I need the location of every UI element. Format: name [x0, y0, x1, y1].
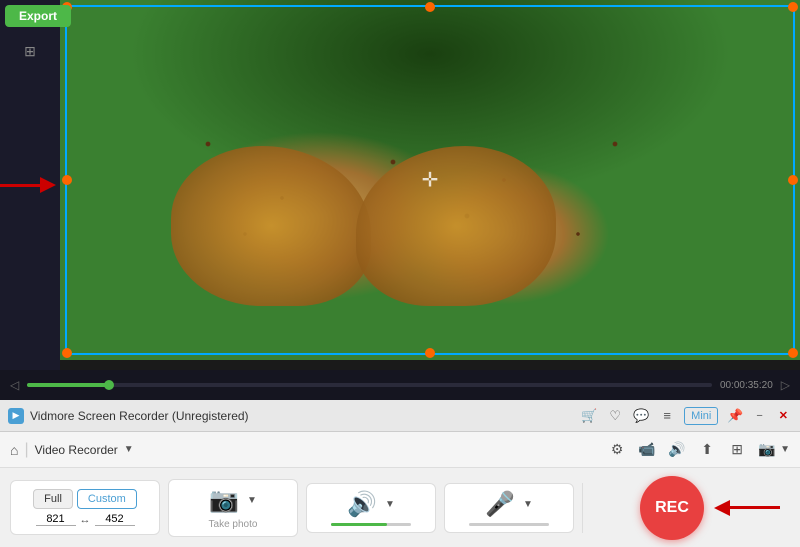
video-recorder-mode[interactable]: Video Recorder: [35, 443, 118, 457]
timeline-thumb[interactable]: [104, 380, 114, 390]
speaker-icon-row: 🔊 ▼: [347, 490, 395, 519]
upload-icon[interactable]: ⬆: [696, 439, 718, 461]
red-arrow-left: [0, 177, 56, 193]
rec-arrow: [714, 500, 780, 516]
volume-icon[interactable]: 🔊: [666, 439, 688, 461]
screenshot-icon[interactable]: 📷: [756, 439, 778, 461]
cart-icon[interactable]: 🛒: [580, 407, 598, 425]
region-box: Full Custom ↔: [10, 480, 160, 535]
toolbar-right: ⚙ 📹 🔊 ⬆ ⊞ 📷 ▼: [606, 439, 790, 461]
title-bar: ▶ Vidmore Screen Recorder (Unregistered)…: [0, 400, 800, 432]
speaker-box: 🔊 ▼: [306, 483, 436, 533]
mic-box: 🎤 ▼: [444, 483, 574, 533]
video-area: Export ≡ ⊞ ✛: [0, 0, 800, 370]
cam-icon: 📷: [209, 486, 239, 515]
cheetah-scene: [60, 0, 800, 360]
speaker-dropdown-icon[interactable]: ▼: [385, 499, 395, 510]
height-input[interactable]: [95, 513, 135, 526]
mic-slider[interactable]: [469, 523, 549, 526]
webcam-icon[interactable]: 📹: [636, 439, 658, 461]
recorder-panel: ▶ Vidmore Screen Recorder (Unregistered)…: [0, 400, 800, 547]
full-button[interactable]: Full: [33, 489, 73, 509]
control-separator: [582, 483, 583, 533]
region-dimensions: ↔: [36, 513, 135, 526]
arrow-line: [0, 184, 40, 187]
timeline-icon2: ▷: [781, 378, 790, 392]
title-controls: 🛒 ♡ 💬 ≡ Mini 📌 − ✕: [580, 407, 792, 425]
timeline-icon: ◁: [10, 378, 19, 392]
region-button-row: Full Custom: [33, 489, 137, 509]
speaker-icon: 🔊: [347, 490, 377, 519]
menu-icon[interactable]: ≡: [658, 407, 676, 425]
toolbar: ⌂ | Video Recorder ▼ ⚙ 📹 🔊 ⬆ ⊞ 📷 ▼: [0, 432, 800, 468]
timeline-time: 00:00:35:20: [720, 380, 773, 391]
rec-area: REC: [591, 476, 790, 540]
mode-chevron-icon[interactable]: ▼: [124, 444, 134, 455]
toolbar-separator: |: [24, 441, 28, 459]
video-canvas: ✛: [60, 0, 800, 360]
cam-dropdown-icon[interactable]: ▼: [247, 495, 257, 506]
user-icon[interactable]: ♡: [606, 407, 624, 425]
pin-icon[interactable]: 📌: [726, 407, 744, 425]
camera-group: 📷 ▼: [756, 439, 790, 461]
camera-dropdown-icon[interactable]: ▼: [780, 444, 790, 455]
arrow-head: [40, 177, 56, 193]
app-icon: ▶: [8, 408, 24, 424]
settings-icon[interactable]: ⚙: [606, 439, 628, 461]
volume-slider[interactable]: [331, 523, 411, 526]
home-icon[interactable]: ⌂: [10, 442, 18, 458]
width-input[interactable]: [36, 513, 76, 526]
timeline-fill: [27, 383, 109, 387]
rec-arrow-head: [714, 500, 730, 516]
export-button[interactable]: Export: [5, 5, 71, 27]
controls-row: Full Custom ↔ 📷 ▼ Take photo 🔊 ▼: [0, 468, 800, 547]
mini-button[interactable]: Mini: [684, 407, 718, 425]
mic-dropdown-icon[interactable]: ▼: [523, 499, 533, 510]
app-title: Vidmore Screen Recorder (Unregistered): [30, 409, 574, 423]
mic-icon-row: 🎤 ▼: [485, 490, 533, 519]
volume-fill: [331, 523, 387, 526]
grid-icon[interactable]: ⊞: [20, 39, 40, 64]
rec-arrow-line: [730, 506, 780, 509]
custom-button[interactable]: Custom: [77, 489, 137, 509]
overlay-icon[interactable]: ⊞: [726, 439, 748, 461]
dims-separator: ↔: [80, 514, 91, 526]
close-button[interactable]: ✕: [775, 409, 792, 422]
mic-icon: 🎤: [485, 490, 515, 519]
camera-icon-row: 📷 ▼: [209, 486, 257, 515]
cam-label: Take photo: [209, 519, 258, 530]
chat-icon[interactable]: 💬: [632, 407, 650, 425]
minimize-button[interactable]: −: [752, 410, 766, 422]
timeline-section: ◁ 00:00:35:20 ▷: [0, 370, 800, 400]
camera-box: 📷 ▼ Take photo: [168, 479, 298, 537]
timeline-track[interactable]: [27, 383, 712, 387]
rec-button[interactable]: REC: [640, 476, 704, 540]
